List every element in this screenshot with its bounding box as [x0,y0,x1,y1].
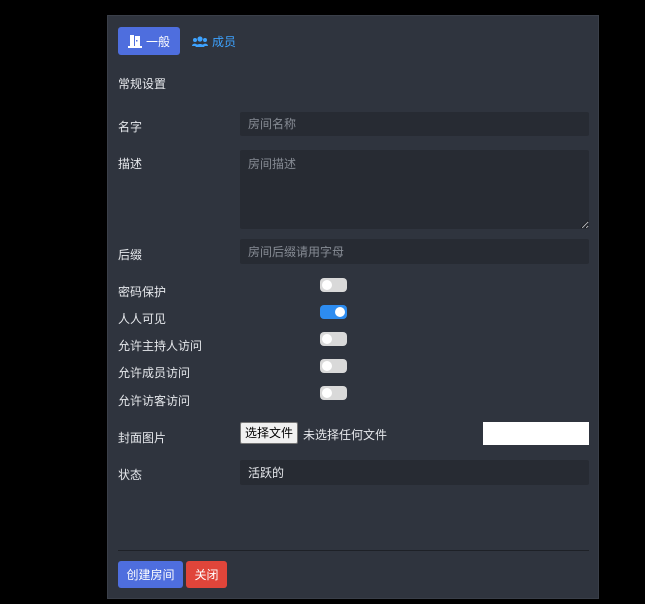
toggle-knob [322,361,332,371]
footer-divider [118,550,589,551]
name-label: 名字 [118,120,143,134]
room-name-input[interactable] [240,112,589,136]
allow-guest-toggle[interactable] [320,386,347,400]
allow-moderator-toggle[interactable] [320,332,347,346]
file-status-text: 未选择任何文件 [303,428,388,442]
allow-moderator-label: 允许主持人访问 [118,339,203,353]
tab-general-label: 一般 [146,34,171,49]
create-room-dialog: 一般 成员 常规设置 名字 描述 后缀 密码保护 人人可见 [107,15,599,599]
choose-file-button[interactable]: 选择文件 [240,422,299,444]
allow-member-label: 允许成员访问 [118,366,191,380]
toggle-knob [322,280,332,290]
tab-members[interactable]: 成员 [182,27,246,55]
status-value: 活跃的 [248,466,285,480]
tab-bar: 一般 成员 [118,27,246,55]
toggle-knob [335,307,345,317]
public-visible-label: 人人可见 [118,312,167,326]
toggle-knob [322,334,332,344]
room-description-input[interactable] [240,150,589,229]
cover-image-label: 封面图片 [118,431,167,445]
close-button[interactable]: 关闭 [186,561,227,588]
allow-guest-label: 允许访客访问 [118,394,191,408]
cover-preview [483,422,589,445]
users-icon [192,35,209,47]
door-icon [128,34,142,48]
suffix-label: 后缀 [118,248,143,262]
description-label: 描述 [118,157,143,171]
toggle-knob [322,388,332,398]
tab-general[interactable]: 一般 [118,27,181,55]
allow-member-toggle[interactable] [320,359,347,373]
public-visible-toggle[interactable] [320,305,347,319]
create-room-button[interactable]: 创建房间 [118,561,183,588]
section-title: 常规设置 [118,77,167,91]
tab-members-label: 成员 [212,34,237,49]
status-select[interactable]: 活跃的 [240,460,589,485]
status-label: 状态 [118,468,143,482]
room-suffix-input[interactable] [240,239,589,264]
password-protect-toggle[interactable] [320,278,347,292]
password-protect-label: 密码保护 [118,285,167,299]
